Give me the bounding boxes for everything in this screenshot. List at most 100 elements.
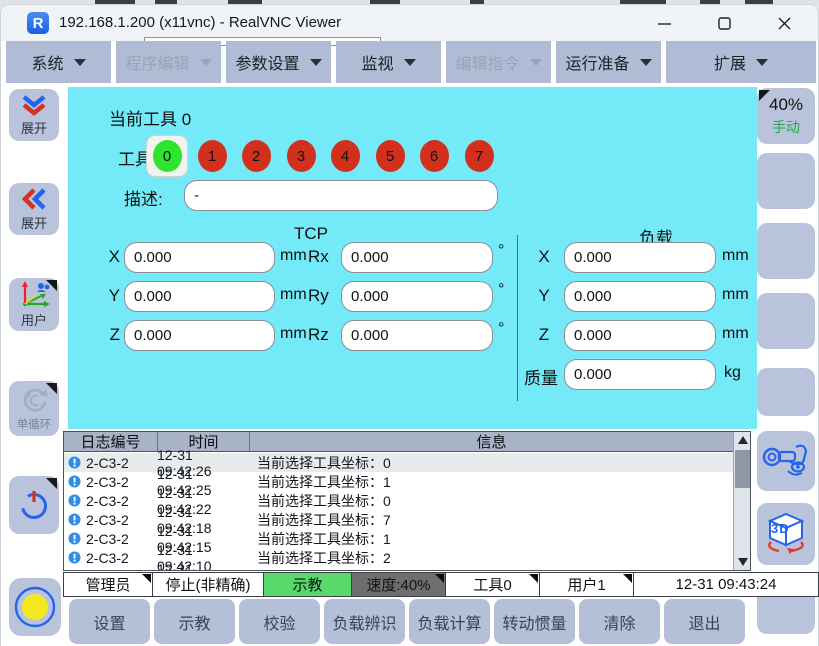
- tool-radio-2[interactable]: 2: [236, 136, 276, 176]
- status-user-frame[interactable]: 用户1: [539, 572, 634, 597]
- right-sidebar-button-5[interactable]: [757, 368, 815, 416]
- maximize-button[interactable]: [701, 5, 747, 41]
- scroll-down-button[interactable]: [734, 554, 751, 570]
- load-x-input[interactable]: [564, 242, 716, 273]
- view-3d-button[interactable]: 3D: [757, 503, 815, 565]
- chevron-down-icon: [756, 59, 768, 66]
- description-input[interactable]: [184, 180, 498, 211]
- load-y-unit: mm: [722, 286, 749, 304]
- tcp-rx-label: Rx: [308, 247, 329, 267]
- tool-radio-6[interactable]: 6: [414, 136, 454, 176]
- indicator-button[interactable]: [9, 578, 61, 636]
- expand-down-button[interactable]: 展开: [9, 89, 59, 141]
- tool-radio-5[interactable]: 5: [370, 136, 410, 176]
- tcp-rz-input[interactable]: [341, 320, 493, 351]
- exit-button[interactable]: 退出: [664, 599, 745, 644]
- tool-radio-0[interactable]: 0: [147, 136, 187, 176]
- speed-mode-button[interactable]: 40% 手动: [757, 88, 815, 144]
- status-label: 12-31 09:43:24: [676, 576, 777, 593]
- status-label: 工具0: [473, 574, 511, 595]
- status-user-role[interactable]: 管理员: [63, 572, 153, 597]
- log-id: 2-C3-2: [86, 550, 129, 566]
- tcp-z-label: Z: [106, 325, 120, 345]
- description-label: 描述:: [124, 185, 163, 210]
- close-button[interactable]: [761, 5, 807, 41]
- menu-tab-extension[interactable]: 扩展: [666, 41, 816, 83]
- log-row-partial[interactable]: 2-C3-2 12-31 09:42:07 当前选择工具坐标：0: [64, 567, 733, 571]
- log-id: 2-C3-2: [86, 531, 129, 547]
- load-x-label: X: [528, 247, 560, 267]
- load-z-unit: mm: [722, 325, 749, 343]
- tcp-x-label: X: [106, 247, 120, 267]
- log-message: 当前选择工具坐标：1: [249, 472, 733, 492]
- corner-marker-icon: [142, 574, 151, 583]
- chevron-down-icon: [640, 59, 652, 66]
- info-icon: [68, 513, 81, 526]
- arrow-down-icon: [738, 558, 748, 566]
- tcp-section-title: TCP: [261, 224, 361, 244]
- load-x-unit: mm: [722, 247, 749, 265]
- tool-radio-4[interactable]: 4: [325, 136, 365, 176]
- gripper-view-button[interactable]: [757, 431, 815, 491]
- menu-tab-system[interactable]: 系统: [6, 41, 111, 83]
- log-id: 2-C3-2: [86, 474, 129, 490]
- right-sidebar-button-4[interactable]: [757, 293, 815, 349]
- expand-label: 展开: [21, 118, 47, 137]
- menu-tab-label: 编辑指令: [455, 50, 519, 74]
- arrow-up-icon: [738, 436, 748, 444]
- tcp-rx-input[interactable]: [341, 242, 493, 273]
- expand-left-button[interactable]: 展开: [9, 183, 59, 235]
- log-id: 2-C3-2: [86, 455, 129, 471]
- load-z-input[interactable]: [564, 320, 716, 351]
- tool-radio-7[interactable]: 7: [459, 136, 499, 176]
- load-mass-input[interactable]: [564, 359, 716, 390]
- status-tool[interactable]: 工具0: [445, 572, 540, 597]
- verify-button[interactable]: 校验: [239, 599, 320, 644]
- log-scrollbar[interactable]: [733, 432, 750, 570]
- tool-radio-3[interactable]: 3: [281, 136, 321, 176]
- log-message: 当前选择工具坐标：7: [249, 510, 733, 530]
- section-divider: [517, 235, 518, 401]
- user-label: 用户: [21, 310, 47, 329]
- load-y-input[interactable]: [564, 281, 716, 312]
- minimize-button[interactable]: [641, 5, 687, 41]
- expand-down-icon: [19, 94, 49, 116]
- log-message: 当前选择工具坐标：0: [249, 453, 733, 473]
- tcp-rz-unit: °: [498, 320, 504, 338]
- tcp-rz-label: Rz: [308, 325, 329, 345]
- tcp-ry-input[interactable]: [341, 281, 493, 312]
- log-id: 2-C3-2: [86, 569, 129, 572]
- corner-marker-icon: [759, 90, 770, 101]
- tcp-y-input[interactable]: [124, 281, 275, 312]
- load-y-label: Y: [528, 286, 560, 306]
- load-calc-button[interactable]: 负载计算: [409, 599, 490, 644]
- menu-tab-monitor[interactable]: 监视: [336, 41, 441, 83]
- user-frame-button[interactable]: 用户: [9, 278, 59, 331]
- right-sidebar-button-3[interactable]: [757, 223, 815, 279]
- tcp-z-input[interactable]: [124, 320, 275, 351]
- tool-radio-label: 7: [465, 140, 494, 172]
- menu-tab-run-prepare[interactable]: 运行准备: [556, 41, 661, 83]
- tool-radio-1[interactable]: 1: [192, 136, 232, 176]
- menu-tab-label: 运行准备: [565, 50, 629, 74]
- load-identify-button[interactable]: 负载辨识: [324, 599, 405, 644]
- maximize-icon: [718, 17, 731, 30]
- menu-tab-parameter-settings[interactable]: 参数设置: [226, 41, 331, 83]
- tcp-x-input[interactable]: [124, 242, 275, 273]
- clear-button[interactable]: 清除: [579, 599, 660, 644]
- scroll-up-button[interactable]: [734, 432, 751, 448]
- status-speed[interactable]: 速度:40%: [351, 572, 446, 597]
- right-sidebar-button-2[interactable]: [757, 153, 815, 209]
- power-icon: [17, 488, 51, 522]
- robot-gripper-icon: [762, 441, 810, 481]
- info-icon: [68, 570, 81, 571]
- scrollbar-thumb[interactable]: [735, 450, 750, 488]
- inertia-button[interactable]: 转动惯量: [494, 599, 575, 644]
- power-button[interactable]: [9, 476, 59, 534]
- settings-button[interactable]: 设置: [69, 599, 150, 644]
- info-icon: [68, 551, 81, 564]
- teach-button[interactable]: 示教: [154, 599, 235, 644]
- realvnc-window: R 192.168.1.200 (x11vnc) - RealVNC Viewe…: [0, 4, 819, 646]
- log-message: 当前选择工具坐标：0: [249, 567, 733, 572]
- status-label: 停止(非精确): [166, 574, 251, 595]
